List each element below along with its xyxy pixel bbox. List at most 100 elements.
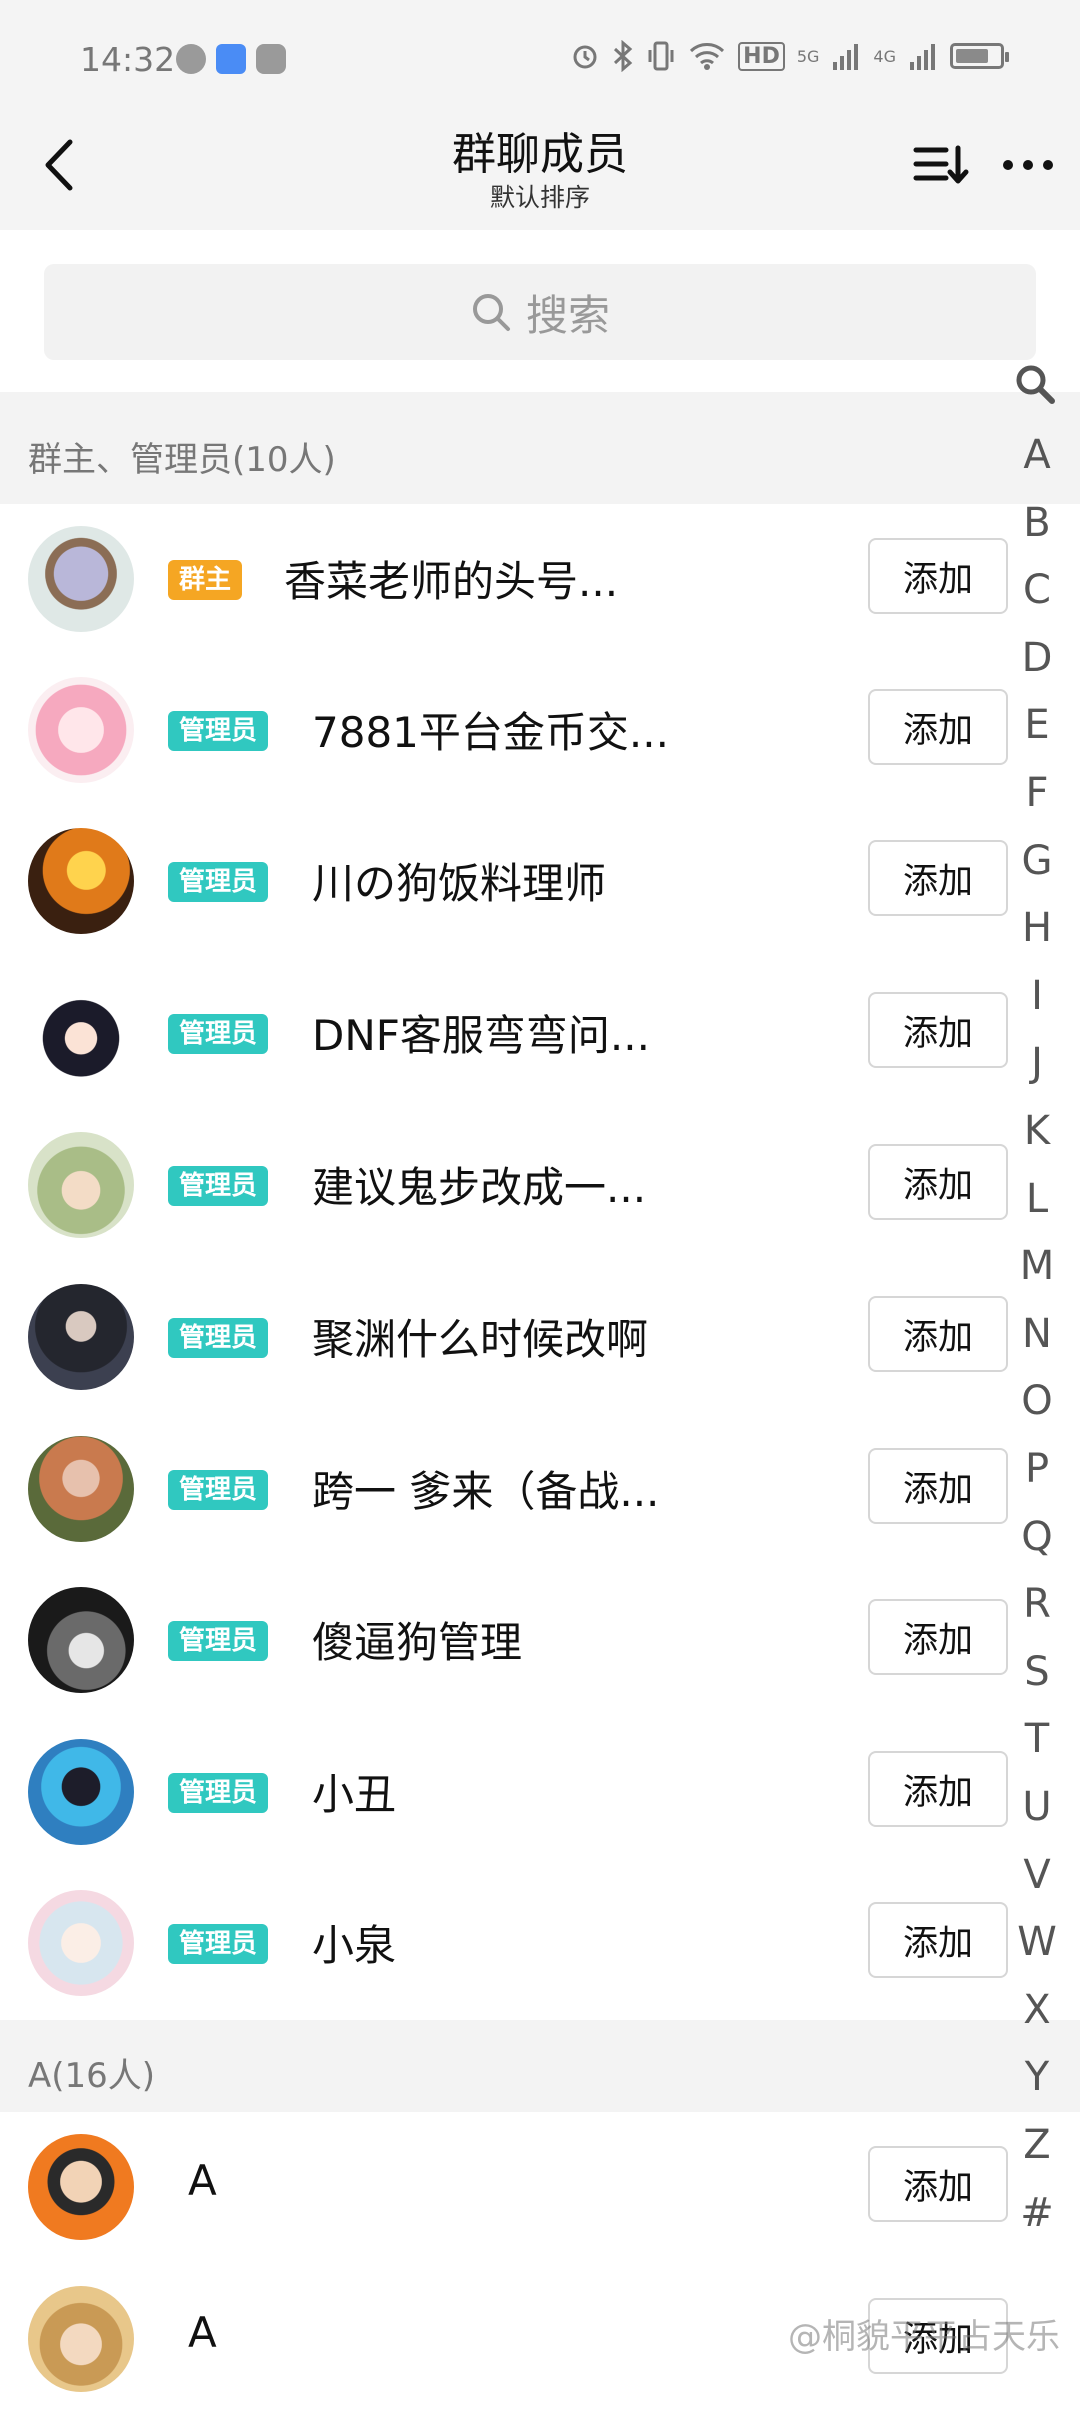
index-letter-y[interactable]: Y	[1005, 2054, 1069, 2100]
admin-badge: 管理员	[168, 1621, 269, 1661]
add-button[interactable]: 添加	[868, 1751, 1008, 1827]
section-header-admins: 群主、管理员(10人)	[0, 392, 1080, 504]
5g-label: 5G	[796, 46, 820, 66]
search-input[interactable]: 搜索	[44, 264, 1036, 360]
index-letter-r[interactable]: R	[1005, 1581, 1069, 1627]
list-item[interactable]: 管理员 川の狗饭料理师 添加	[0, 806, 1008, 956]
index-letter-d[interactable]: D	[1005, 635, 1069, 681]
avatar[interactable]	[28, 2286, 134, 2392]
avatar[interactable]	[28, 1284, 134, 1390]
admin-badge: 管理员	[168, 1470, 269, 1510]
index-letter-v[interactable]: V	[1005, 1852, 1069, 1898]
index-letter-a[interactable]: A	[1005, 432, 1069, 478]
search-area: 搜索	[0, 230, 1080, 392]
avatar[interactable]	[28, 526, 134, 632]
avatar[interactable]	[28, 980, 134, 1086]
avatar[interactable]	[28, 1890, 134, 1996]
index-letter-n[interactable]: N	[1005, 1311, 1069, 1357]
search-icon	[1016, 365, 1055, 404]
index-letter-z[interactable]: Z	[1005, 2122, 1069, 2168]
avatar[interactable]	[28, 1132, 134, 1238]
index-letter-hash[interactable]: #	[1005, 2190, 1069, 2236]
index-letter-p[interactable]: P	[1005, 1446, 1069, 1492]
more-icon	[1003, 160, 1053, 170]
status-time: 14:32	[80, 40, 176, 79]
title-bar: 群聊成员 默认排序	[0, 100, 1080, 230]
index-letter-o[interactable]: O	[1005, 1378, 1069, 1424]
index-letter-m[interactable]: M	[1005, 1243, 1069, 1289]
add-button[interactable]: 添加	[868, 689, 1008, 765]
list-item[interactable]: 管理员 小泉 添加	[0, 1868, 1008, 2018]
bluetooth-icon	[614, 40, 633, 72]
list-item[interactable]: 管理员 跨一 爹来（备战... 添加	[0, 1414, 1008, 1564]
system-icons: HD 5G 4G	[570, 40, 1009, 72]
avatar[interactable]	[28, 1587, 134, 1693]
battery-icon	[950, 43, 1009, 69]
admin-badge: 管理员	[168, 1166, 269, 1206]
index-letter-e[interactable]: E	[1005, 702, 1069, 748]
member-name: 7881平台金币交...	[312, 708, 669, 757]
member-name: 傻逼狗管理	[312, 1618, 523, 1667]
list-item[interactable]: 管理员 7881平台金币交... 添加	[0, 655, 1008, 805]
index-letter-t[interactable]: T	[1005, 1716, 1069, 1762]
sort-icon	[913, 145, 969, 184]
avatar[interactable]	[28, 1436, 134, 1542]
member-name: DNF客服弯弯问...	[312, 1011, 650, 1060]
member-name: 建议鬼步改成一...	[312, 1163, 647, 1212]
add-button[interactable]: 添加	[868, 840, 1008, 916]
index-letter-i[interactable]: I	[1005, 973, 1069, 1019]
list-item[interactable]: A 添加	[0, 2112, 1008, 2262]
index-letter-c[interactable]: C	[1005, 567, 1069, 613]
index-letter-s[interactable]: S	[1005, 1649, 1069, 1695]
member-name: 小丑	[312, 1770, 397, 1819]
signal-icon-2	[910, 44, 935, 70]
list-item[interactable]: 管理员 DNF客服弯弯问... 添加	[0, 958, 1008, 1108]
avatar[interactable]	[28, 677, 134, 783]
index-letter-f[interactable]: F	[1005, 770, 1069, 816]
avatar[interactable]	[28, 828, 134, 934]
list-item[interactable]: 管理员 聚渊什么时候改啊 添加	[0, 1262, 1008, 1412]
index-search-icon[interactable]	[1013, 362, 1057, 406]
avatar[interactable]	[28, 2134, 134, 2240]
member-name: 川の狗饭料理师	[312, 859, 607, 908]
add-button[interactable]: 添加	[868, 992, 1008, 1068]
add-button[interactable]: 添加	[868, 1144, 1008, 1220]
vibrate-icon	[648, 41, 674, 71]
add-button[interactable]: 添加	[868, 1448, 1008, 1524]
member-name: 小泉	[312, 1921, 397, 1970]
add-button[interactable]: 添加	[868, 1296, 1008, 1372]
sort-button[interactable]	[912, 140, 970, 190]
admin-badge: 管理员	[168, 1924, 269, 1964]
section-label: 群主、管理员(10人)	[28, 440, 336, 480]
index-letter-l[interactable]: L	[1005, 1176, 1069, 1222]
add-button[interactable]: 添加	[868, 2146, 1008, 2222]
member-name: 香菜老师的头号...	[284, 557, 619, 606]
admin-badge: 管理员	[168, 862, 269, 902]
member-name: 跨一 爹来（备战...	[312, 1467, 660, 1516]
add-button[interactable]: 添加	[868, 1902, 1008, 1978]
index-letter-x[interactable]: X	[1005, 1987, 1069, 2033]
admin-badge: 管理员	[168, 711, 269, 751]
index-letter-b[interactable]: B	[1005, 500, 1069, 546]
list-item[interactable]: 群主 香菜老师的头号... 添加	[0, 504, 1008, 654]
index-letter-w[interactable]: W	[1005, 1919, 1069, 1965]
avatar[interactable]	[28, 1739, 134, 1845]
wifi-icon	[690, 43, 725, 70]
add-button[interactable]: 添加	[868, 538, 1008, 614]
index-letter-u[interactable]: U	[1005, 1784, 1069, 1830]
index-letter-k[interactable]: K	[1005, 1108, 1069, 1154]
index-letter-g[interactable]: G	[1005, 838, 1069, 884]
index-letter-j[interactable]: J	[1005, 1040, 1069, 1086]
member-name: A	[188, 2156, 217, 2205]
list-item[interactable]: 管理员 建议鬼步改成一... 添加	[0, 1110, 1008, 1260]
member-name: A	[188, 2308, 217, 2357]
owner-badge: 群主	[168, 560, 243, 600]
index-letter-q[interactable]: Q	[1005, 1514, 1069, 1560]
more-button[interactable]	[998, 140, 1058, 190]
index-letter-h[interactable]: H	[1005, 905, 1069, 951]
add-button[interactable]: 添加	[868, 1599, 1008, 1675]
admin-badge: 管理员	[168, 1773, 269, 1813]
list-item[interactable]: 管理员 傻逼狗管理 添加	[0, 1565, 1008, 1715]
member-name: 聚渊什么时候改啊	[312, 1315, 649, 1364]
list-item[interactable]: 管理员 小丑 添加	[0, 1717, 1008, 1867]
